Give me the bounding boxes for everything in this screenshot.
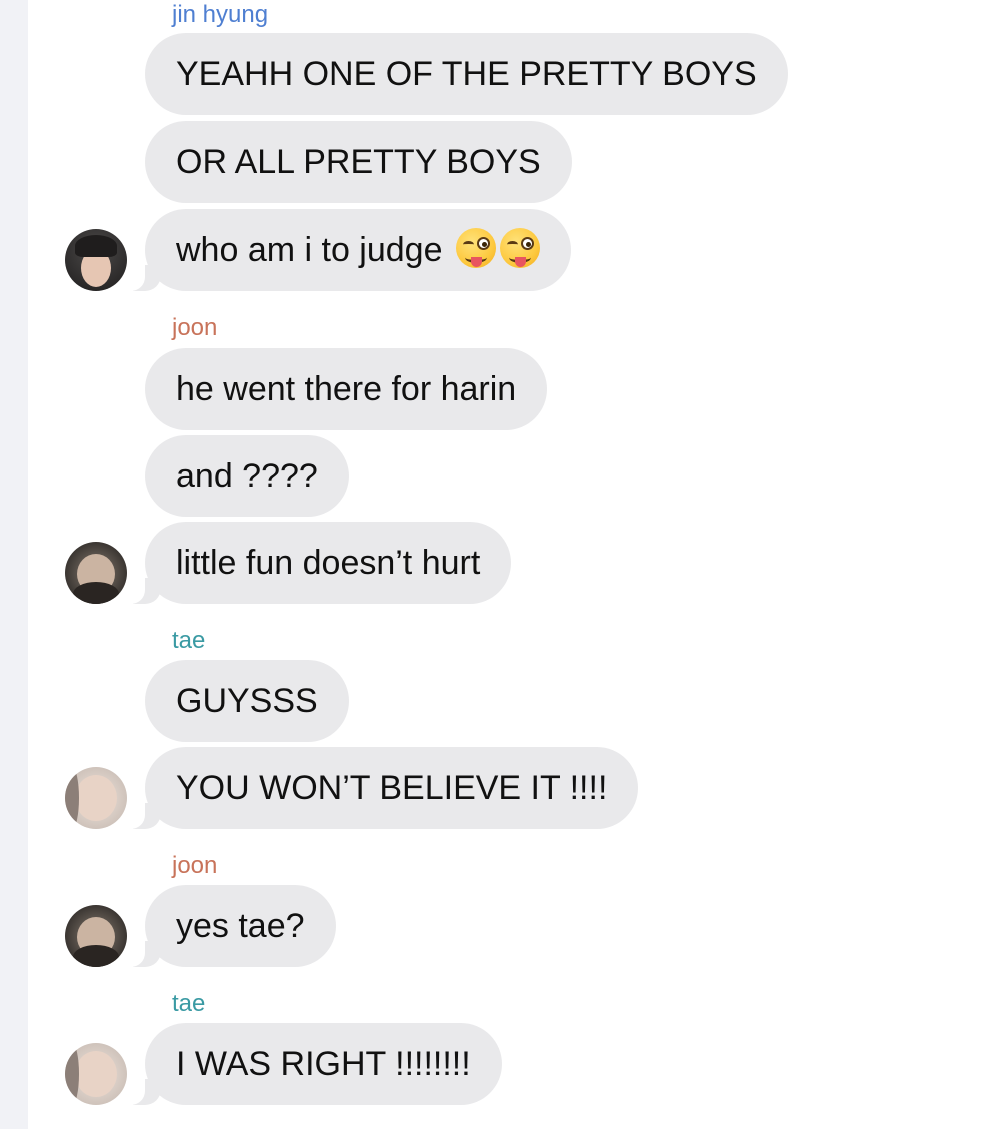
message-bubble[interactable]: little fun doesn’t hurt xyxy=(121,522,512,604)
message-bubble[interactable]: YOU WON’T BELIEVE IT !!!! xyxy=(121,747,639,829)
sender-name-tae: tae xyxy=(172,627,206,654)
message-bubble[interactable]: he went there for harin xyxy=(145,348,548,430)
message-text: GUYSSS xyxy=(176,682,318,720)
bubble-tail xyxy=(121,265,161,291)
message-bubble[interactable]: GUYSSS xyxy=(145,660,349,742)
sender-name-tae: tae xyxy=(172,990,206,1017)
bubble-tail xyxy=(121,803,161,829)
message-text: he went there for harin xyxy=(176,370,517,408)
message-bubble[interactable]: I WAS RIGHT !!!!!!!! xyxy=(121,1023,502,1105)
bubble-tail xyxy=(121,1079,161,1105)
message-bubble[interactable]: who am i to judge xyxy=(121,209,571,291)
sender-name-joon: joon xyxy=(172,852,218,879)
joon-avatar[interactable] xyxy=(65,542,127,604)
jin-avatar[interactable] xyxy=(65,229,127,291)
message-bubble[interactable]: and ???? xyxy=(145,435,349,517)
winking-face-with-tongue-icon xyxy=(499,228,540,268)
sender-name-joon: joon xyxy=(172,314,218,341)
message-text: I WAS RIGHT !!!!!!!! xyxy=(176,1045,471,1083)
message-text: YOU WON’T BELIEVE IT !!!! xyxy=(176,769,608,807)
winking-face-with-tongue-icon xyxy=(455,228,496,268)
tae-avatar[interactable] xyxy=(65,767,127,829)
sender-name-jin-hyung: jin hyung xyxy=(172,1,269,28)
message-bubble[interactable]: YEAHH ONE OF THE PRETTY BOYS xyxy=(145,33,788,115)
message-text: and ???? xyxy=(176,457,318,495)
left-pane-edge xyxy=(0,0,28,1129)
bubble-tail xyxy=(121,578,161,604)
message-text: yes tae? xyxy=(176,907,305,945)
tae-avatar[interactable] xyxy=(65,1043,127,1105)
bubble-tail xyxy=(121,941,161,967)
message-text: YEAHH ONE OF THE PRETTY BOYS xyxy=(176,55,757,93)
message-text: OR ALL PRETTY BOYS xyxy=(176,143,541,181)
message-text: who am i to judge xyxy=(176,231,443,269)
message-text: little fun doesn’t hurt xyxy=(176,544,481,582)
message-bubble[interactable]: yes tae? xyxy=(121,885,336,967)
joon-avatar[interactable] xyxy=(65,905,127,967)
message-bubble[interactable]: OR ALL PRETTY BOYS xyxy=(145,121,572,203)
